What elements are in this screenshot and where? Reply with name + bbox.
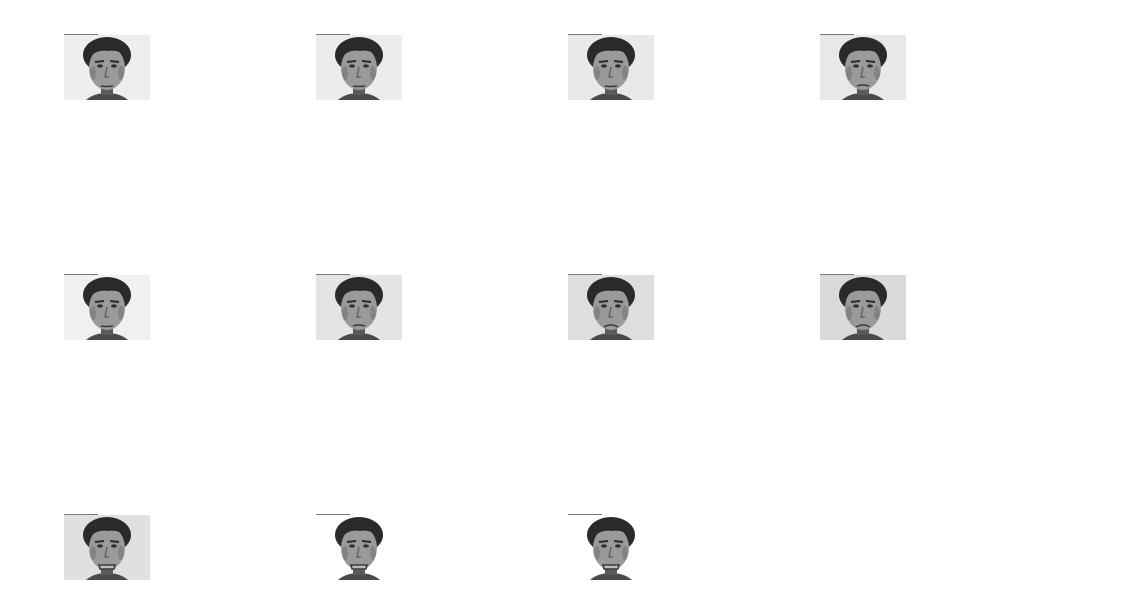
face-frame-2 [316,34,402,100]
face-frame-9 [64,514,150,580]
face-photo [316,275,402,340]
face-frame-grid [0,0,1132,607]
face-frame-5 [64,274,150,340]
face-photo [568,275,654,340]
face-frame-8 [820,274,906,340]
face-frame-7 [568,274,654,340]
face-photo [316,35,402,100]
face-photo [568,35,654,100]
face-frame-6 [316,274,402,340]
face-photo [64,275,150,340]
face-photo [568,515,654,580]
face-frame-11 [568,514,654,580]
face-photo [316,515,402,580]
face-frame-1 [64,34,150,100]
face-photo [64,515,150,580]
face-photo [64,35,150,100]
face-frame-3 [568,34,654,100]
face-frame-10 [316,514,402,580]
face-photo [820,275,906,340]
face-frame-4 [820,34,906,100]
face-photo [820,35,906,100]
